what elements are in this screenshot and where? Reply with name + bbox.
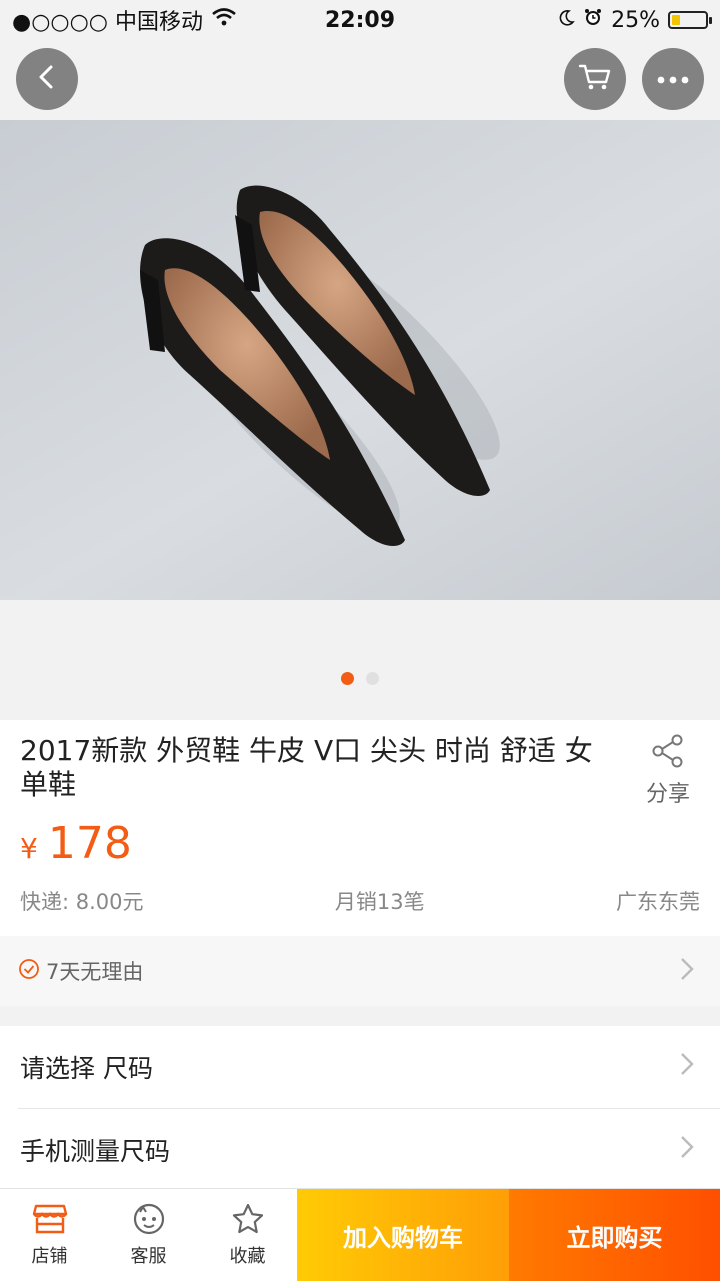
customer-service-label: 客服: [130, 1246, 167, 1267]
carousel-dot-active[interactable]: [341, 672, 354, 685]
check-circle-icon: [18, 958, 40, 984]
status-right: 25%: [557, 7, 720, 33]
wifi-icon: [211, 7, 237, 33]
product-meta: 快递: 8.00元 月销13笔 广东东莞: [20, 886, 700, 916]
battery-fill: [672, 15, 680, 25]
shop-icon: [32, 1202, 68, 1240]
share-icon: [651, 734, 685, 772]
status-left: ●○○○○ 中国移动: [0, 4, 237, 36]
measure-size-label: 手机测量尺码: [20, 1137, 171, 1166]
alarm-icon: [583, 7, 603, 33]
shipping-fee: 快递: 8.00元: [20, 890, 144, 914]
battery-icon: [668, 11, 712, 29]
share-button[interactable]: 分享: [638, 734, 698, 808]
options-block: 请选择 尺码 手机测量尺码: [0, 1026, 720, 1191]
product-image[interactable]: [0, 120, 720, 600]
more-dots-icon: [656, 70, 690, 89]
price-value: 178: [47, 818, 132, 869]
chevron-right-icon: [680, 1052, 694, 1082]
ship-location: 广东东莞: [616, 890, 700, 914]
service-guarantee-row[interactable]: 7天无理由: [0, 936, 720, 1006]
carrier-label: ●○○○○ 中国移动: [12, 10, 203, 35]
cart-button[interactable]: [564, 48, 626, 110]
status-bar: ●○○○○ 中国移动 22:09 25%: [0, 0, 720, 40]
moon-icon: [557, 8, 575, 33]
back-button[interactable]: [16, 48, 78, 110]
favorite-label: 收藏: [229, 1246, 266, 1267]
favorite-button[interactable]: 收藏: [198, 1189, 297, 1281]
monthly-sales: 月销13笔: [334, 890, 425, 914]
shop-label: 店铺: [31, 1246, 68, 1267]
product-title: 2017新款 外贸鞋 牛皮 V口 尖头 时尚 舒适 女单鞋: [20, 734, 593, 801]
bottom-action-bar: 店铺 客服 收藏 加入购物车 立即购买: [0, 1188, 720, 1281]
shop-button[interactable]: 店铺: [0, 1189, 99, 1281]
share-label: 分享: [645, 782, 690, 807]
shoe-photo: [140, 185, 500, 546]
more-button[interactable]: [642, 48, 704, 110]
product-info-card: 2017新款 外贸鞋 牛皮 V口 尖头 时尚 舒适 女单鞋 分享 ¥ 178 快…: [0, 720, 720, 936]
select-size-label: 请选择 尺码: [20, 1054, 153, 1083]
price: ¥ 178: [20, 818, 132, 869]
customer-service-button[interactable]: 客服: [99, 1189, 198, 1281]
cart-icon: [578, 62, 612, 96]
add-to-cart-button[interactable]: 加入购物车: [297, 1189, 509, 1281]
chevron-right-icon: [680, 957, 694, 985]
service-text: 7天无理由: [46, 960, 144, 984]
measure-size-row[interactable]: 手机测量尺码: [18, 1108, 720, 1191]
chevron-right-icon: [680, 1135, 694, 1165]
carousel-indicator: [0, 672, 720, 685]
battery-percent: 25%: [611, 7, 660, 33]
customer-service-icon: [131, 1202, 167, 1240]
carousel-dot[interactable]: [366, 672, 379, 685]
buy-now-button[interactable]: 立即购买: [509, 1189, 720, 1281]
price-symbol: ¥: [20, 832, 38, 865]
back-arrow-icon: [32, 62, 62, 96]
star-icon: [230, 1202, 266, 1240]
select-size-row[interactable]: 请选择 尺码: [0, 1026, 720, 1108]
